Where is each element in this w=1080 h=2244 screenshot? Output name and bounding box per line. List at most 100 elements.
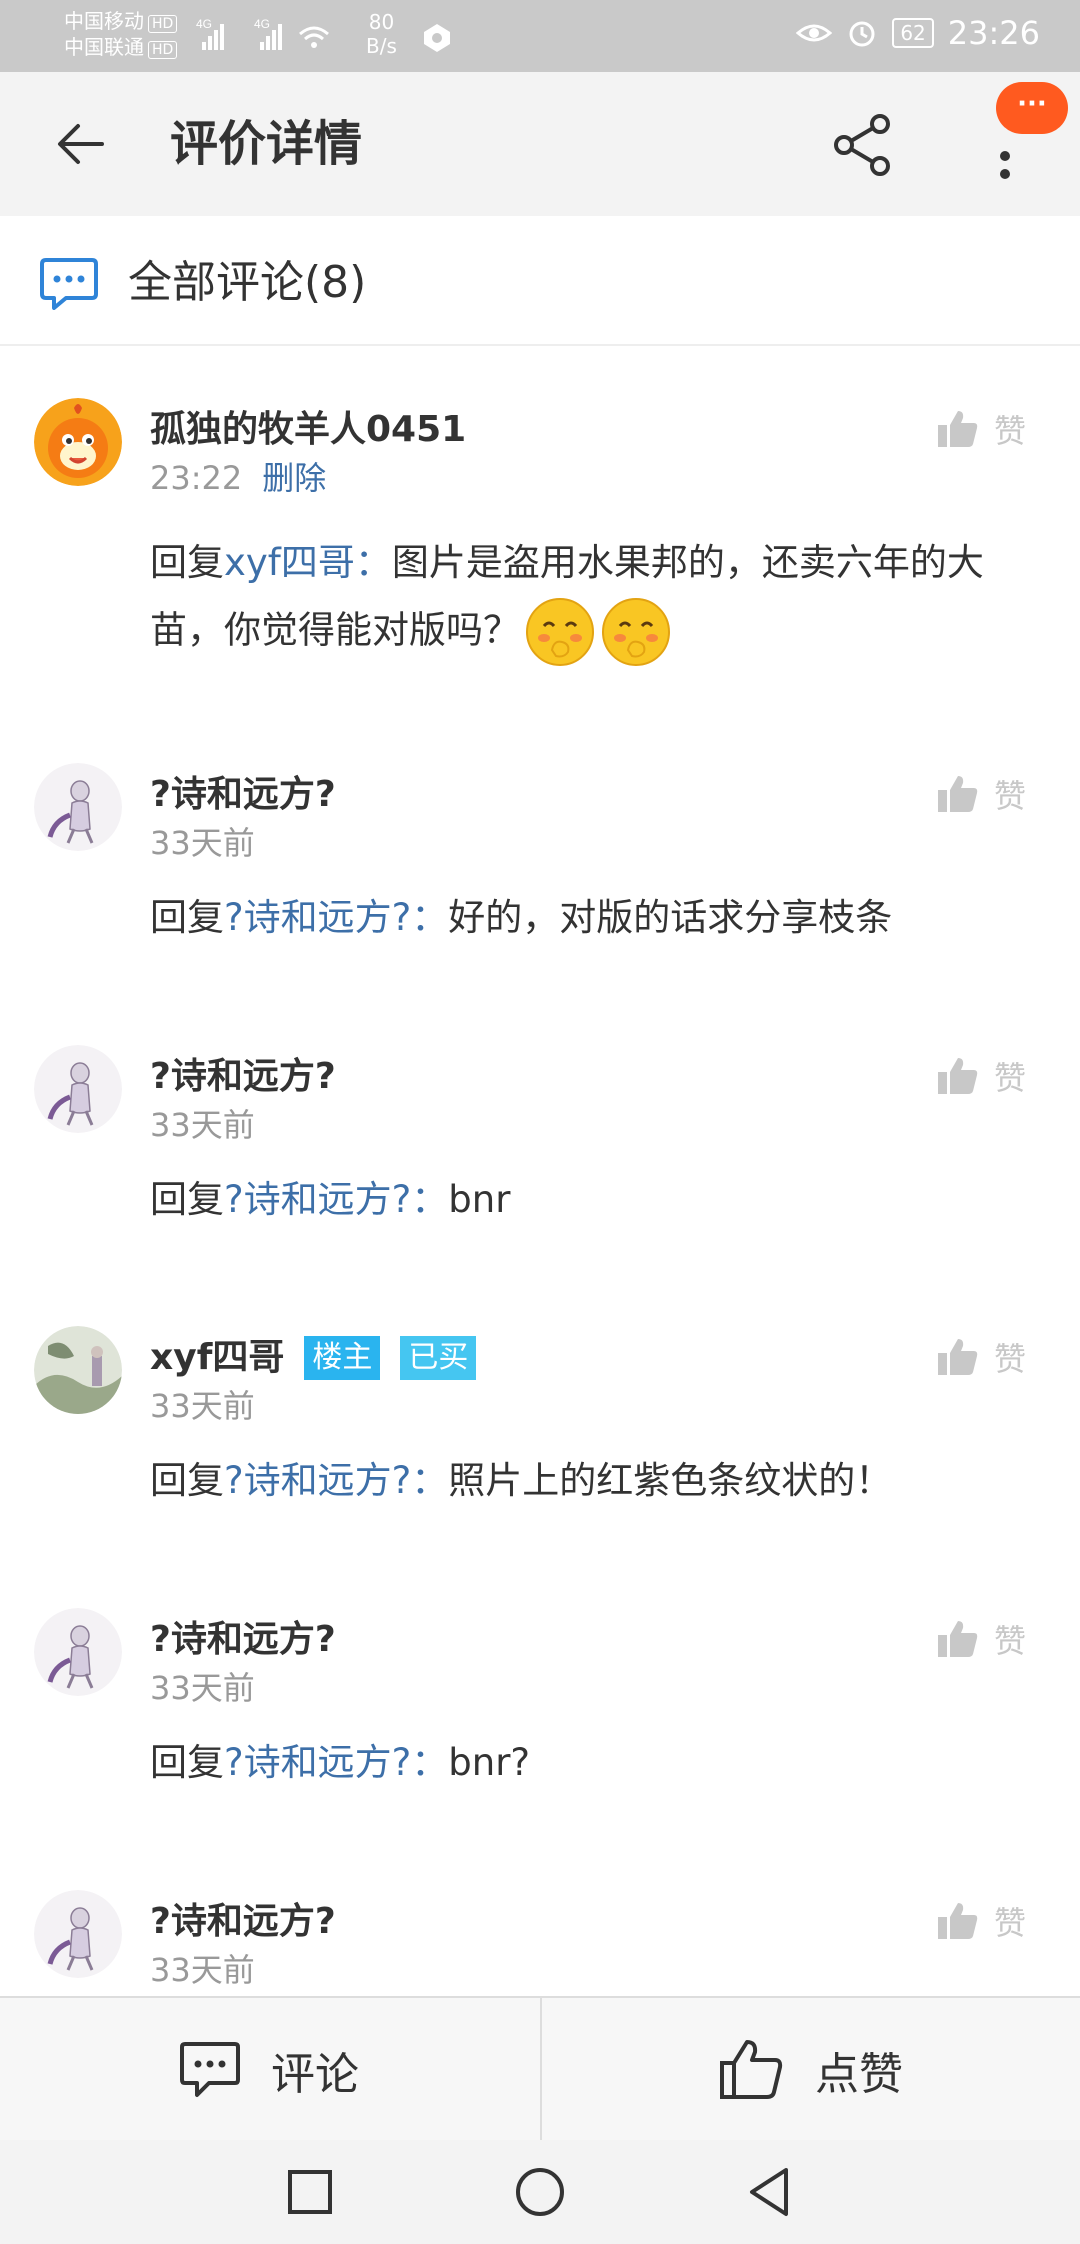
like-button[interactable]: 赞 — [936, 1616, 1026, 1662]
mewtwo-avatar-icon — [34, 1045, 122, 1133]
landscape-avatar-icon — [34, 1326, 122, 1414]
comment-body: 回复?诗和远方?：好的，对版的话求分享枝条 — [150, 885, 1030, 951]
comment-time: 33天前 — [150, 1669, 255, 1707]
comment-author[interactable]: ?诗和远方? — [150, 773, 336, 817]
page-title: 评价详情 — [170, 116, 363, 172]
comment-time: 23:22 删除 — [150, 458, 326, 498]
owner-tag: 楼主 — [304, 1336, 381, 1380]
like-label: 赞 — [994, 1904, 1027, 1942]
thumbs-up-icon — [938, 1621, 978, 1657]
thumbs-up-icon — [938, 1339, 978, 1375]
like-button-label: 点赞 — [815, 2049, 903, 2100]
reply-prefix: 回复 — [150, 1741, 224, 1784]
author-name[interactable]: 孤独的牧羊人0451 — [150, 408, 466, 452]
back-triangle-icon[interactable] — [740, 2162, 800, 2222]
comments-section-header: 全部评论(8) — [0, 216, 1080, 346]
recent-apps-icon[interactable] — [280, 2162, 340, 2222]
time-text: 23:22 — [150, 459, 243, 497]
author-name[interactable]: ?诗和远方? — [150, 1900, 336, 1944]
avatar[interactable] — [34, 1608, 122, 1696]
bought-tag: 已买 — [400, 1336, 477, 1380]
comment-author[interactable]: ?诗和远方? — [150, 1900, 336, 1944]
like-label: 赞 — [994, 412, 1027, 450]
reply-target-link[interactable]: xyf四哥： — [224, 541, 392, 584]
comment-body: 回复?诗和远方?：bnr? — [150, 1730, 1030, 1796]
net1-label: 4G — [196, 17, 212, 31]
thumbs-up-icon — [938, 776, 978, 812]
delete-link[interactable]: 删除 — [262, 459, 326, 497]
like-post-button[interactable]: 点赞 — [542, 1998, 1080, 2142]
like-button[interactable]: 赞 — [936, 1898, 1026, 1944]
share-button[interactable] — [830, 112, 896, 178]
thumbs-up-icon — [938, 1058, 978, 1094]
eye-comfort-icon — [796, 24, 833, 42]
mewtwo-avatar-icon — [34, 763, 122, 851]
comment-body: 回复?诗和远方?：bnr — [150, 1167, 1030, 1233]
author-name[interactable]: ?诗和远方? — [150, 1618, 336, 1662]
comment-button[interactable]: 评论 — [0, 1998, 538, 2142]
like-button[interactable]: 赞 — [936, 1053, 1026, 1099]
comments-icon — [40, 258, 98, 310]
thumbs-up-outline-icon — [720, 2040, 783, 2099]
avatar[interactable] — [34, 1045, 122, 1133]
reply-target-link[interactable]: ?诗和远方?： — [224, 1741, 448, 1784]
more-notification-badge[interactable]: ··· — [996, 82, 1068, 134]
reply-prefix: 回复 — [150, 896, 224, 939]
app-notification-icon — [424, 24, 450, 52]
comment-time: 33天前 — [150, 824, 255, 862]
comment-time: 33天前 — [150, 1387, 255, 1425]
author-name[interactable]: ?诗和远方? — [150, 773, 336, 817]
signal-icons: 4G 4G — [196, 16, 356, 60]
comment-button-label: 评论 — [271, 2049, 359, 2100]
like-button[interactable]: 赞 — [936, 771, 1026, 817]
like-button[interactable]: 赞 — [936, 406, 1026, 452]
like-label: 赞 — [994, 1622, 1027, 1660]
avatar[interactable] — [34, 1326, 122, 1414]
back-button[interactable] — [50, 112, 114, 176]
section-title: 全部评论(8) — [128, 257, 367, 308]
comment-author[interactable]: 孤独的牧羊人0451 — [150, 408, 466, 452]
speed-unit: B/s — [366, 34, 397, 58]
comment-author[interactable]: ?诗和远方? — [150, 1618, 336, 1662]
reply-target-link[interactable]: ?诗和远方?： — [224, 1459, 448, 1502]
comment-author[interactable]: ?诗和远方? — [150, 1055, 336, 1099]
hd-badge-1: HD — [148, 15, 178, 33]
reply-prefix: 回复 — [150, 1178, 224, 1221]
status-bar: 中国移动 HD 中国联通 HD 4G 4G 80 B/s 62 23:26 — [0, 0, 1080, 72]
carrier-info: 中国移动 HD 中国联通 HD — [64, 8, 178, 60]
comment-icon — [180, 2042, 240, 2097]
comment-body: 回复?诗和远方?：照片上的红紫色条纹状的！ — [150, 1448, 1030, 1514]
signal-strength-icon: 4G 4G — [196, 17, 329, 50]
net2-label: 4G — [254, 17, 270, 31]
status-time: 23:26 — [947, 14, 1040, 52]
like-label: 赞 — [994, 1340, 1027, 1378]
share-icon — [834, 114, 890, 176]
comment-author[interactable]: xyf四哥 楼主 已买 — [150, 1336, 477, 1380]
avatar[interactable] — [34, 1890, 122, 1978]
comment-time: 33天前 — [150, 1106, 255, 1144]
comment-body: 回复xyf四哥：图片是盗用水果邦的，还卖六年的大苗，你觉得能对版吗？ — [150, 530, 1030, 668]
back-arrow-icon — [58, 124, 104, 164]
carrier-1: 中国移动 — [64, 9, 144, 33]
like-button[interactable]: 赞 — [936, 1334, 1026, 1380]
speed-value: 80 — [368, 10, 395, 34]
giggle-emoji-icon — [526, 598, 594, 666]
comment-text: bnr — [448, 1178, 511, 1221]
bottom-action-bar: 评论 点赞 — [0, 1996, 1080, 2142]
avatar[interactable] — [34, 763, 122, 851]
home-icon[interactable] — [510, 2162, 570, 2222]
reply-target-link[interactable]: ?诗和远方?： — [224, 896, 448, 939]
carrier-2: 中国联通 — [64, 35, 144, 59]
giggle-emoji-icon — [602, 598, 670, 666]
reply-target-link[interactable]: ?诗和远方?： — [224, 1178, 448, 1221]
mewtwo-avatar-icon — [34, 1608, 122, 1696]
network-speed: 80 B/s — [366, 10, 397, 58]
status-right: 62 23:26 — [796, 14, 1040, 52]
reply-prefix: 回复 — [150, 1459, 224, 1502]
hd-badge-2: HD — [148, 41, 178, 59]
app-bar: 评价详情 — [0, 72, 1080, 216]
author-name[interactable]: ?诗和远方? — [150, 1055, 336, 1099]
alarm-icon — [849, 21, 875, 47]
author-name[interactable]: xyf四哥 — [150, 1336, 284, 1380]
avatar[interactable] — [34, 398, 122, 486]
